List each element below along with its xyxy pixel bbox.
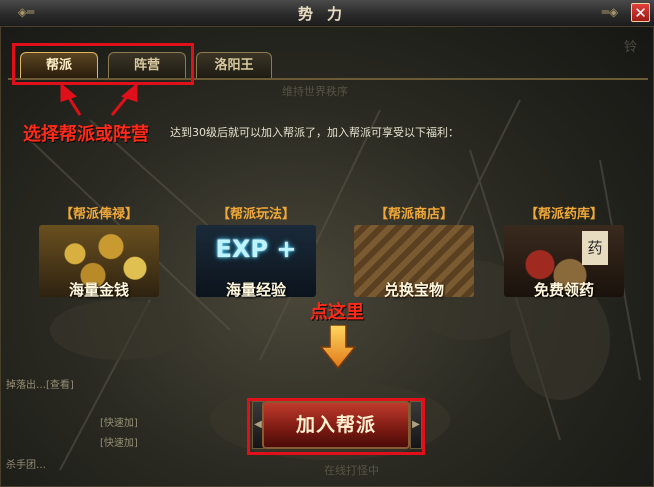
down-arrow-icon [320,325,356,369]
tab-luoyang-king[interactable]: 洛阳王 [196,52,272,78]
benefit-salary: 【帮派俸禄】 海量金钱 [35,203,163,303]
faction-window: 维持世界秩序 在线打怪中 掉落出…[查看] [快速加] [快速加] 杀手团… 铃… [0,0,654,487]
medicine-label: 药 [582,231,608,265]
close-button[interactable]: ✕ [631,3,650,22]
exp-plus-text: EXP + [215,235,297,263]
join-faction-button[interactable]: 加入帮派 [262,401,410,449]
benefit-caption: 海量金钱 [68,281,129,299]
benefit-medicine: 【帮派药库】 药 免费领药 [500,203,628,303]
click-here-note: 点这里 [310,302,364,323]
benefit-caption: 兑换宝物 [383,281,444,299]
benefit-header: 【帮派俸禄】 [59,207,138,222]
benefit-header: 【帮派商店】 [374,207,453,222]
benefit-header: 【帮派玩法】 [216,207,295,222]
window-title: 势力 [297,5,356,23]
tabs-highlight-box [12,43,194,85]
benefit-gameplay: 【帮派玩法】 EXP + 海量经验 [192,203,320,303]
title-bar: ◈═ 势力 ═◈ ✕ [0,0,654,27]
benefit-shop: 【帮派商店】 兑换宝物 [350,203,478,303]
benefit-header: 【帮派药库】 [524,207,603,222]
join-requirement-text: 达到30级后就可以加入帮派了，加入帮派可享受以下福利： [170,126,459,139]
ornament-icon: ═◈ [601,5,619,19]
benefit-caption: 免费领药 [533,281,594,299]
benefit-caption: 海量经验 [225,281,286,299]
button-right-cap: ▶ [410,401,422,449]
select-faction-note: 选择帮派或阵营 [23,124,149,145]
